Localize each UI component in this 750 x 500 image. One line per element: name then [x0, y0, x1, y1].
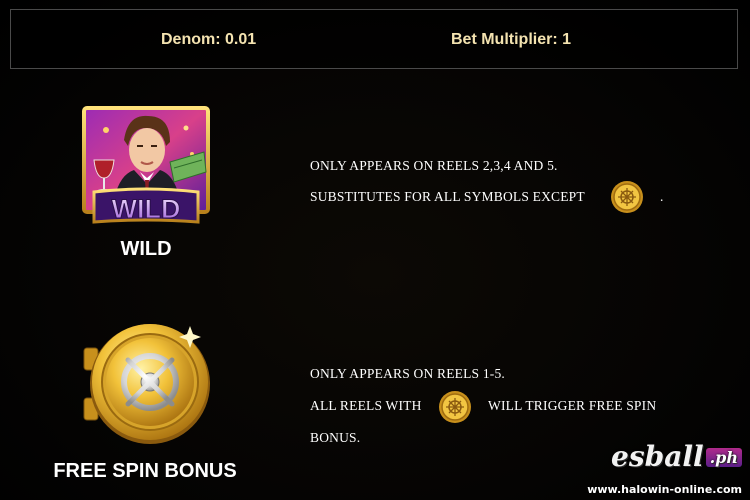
esball-logo: esball .ph: [611, 440, 742, 473]
vault-coin-icon: [439, 391, 471, 423]
watermark: esball .ph www.halowin-online.com: [587, 440, 742, 496]
wild-symbol-icon: WILD: [82, 106, 210, 224]
logo-suffix: .ph: [705, 448, 742, 467]
fs-desc-line1: ONLY APPEARS ON REELS 1-5.: [310, 366, 505, 381]
fs-desc-line3: BONUS.: [310, 430, 361, 445]
info-bar: Denom: 0.01 Bet Multiplier: 1: [10, 9, 738, 69]
denom-value: Denom: 0.01: [161, 31, 257, 48]
wild-desc-end: .: [660, 189, 664, 204]
wild-badge-text: WILD: [112, 194, 181, 224]
wild-description: ONLY APPEARS ON REELS 2,3,4 AND 5. SUBST…: [310, 158, 730, 218]
fs-desc-line2-start: ALL REELS WITH: [310, 398, 422, 413]
vault-coin-icon: [611, 181, 643, 213]
fs-desc-line2-end: WILL TRIGGER FREE SPIN: [488, 398, 657, 413]
wild-desc-line2: SUBSTITUTES FOR ALL SYMBOLS EXCEPT: [310, 189, 585, 204]
wild-label: WILD: [120, 238, 172, 260]
free-spin-bonus-label: FREE SPIN BONUS: [53, 460, 237, 482]
wild-desc-line1: ONLY APPEARS ON REELS 2,3,4 AND 5.: [310, 158, 558, 173]
watermark-url: www.halowin-online.com: [587, 483, 742, 496]
vault-coin-icon: [83, 324, 210, 444]
bet-multiplier-value: Bet Multiplier: 1: [451, 31, 572, 48]
logo-text: esball: [611, 440, 704, 473]
